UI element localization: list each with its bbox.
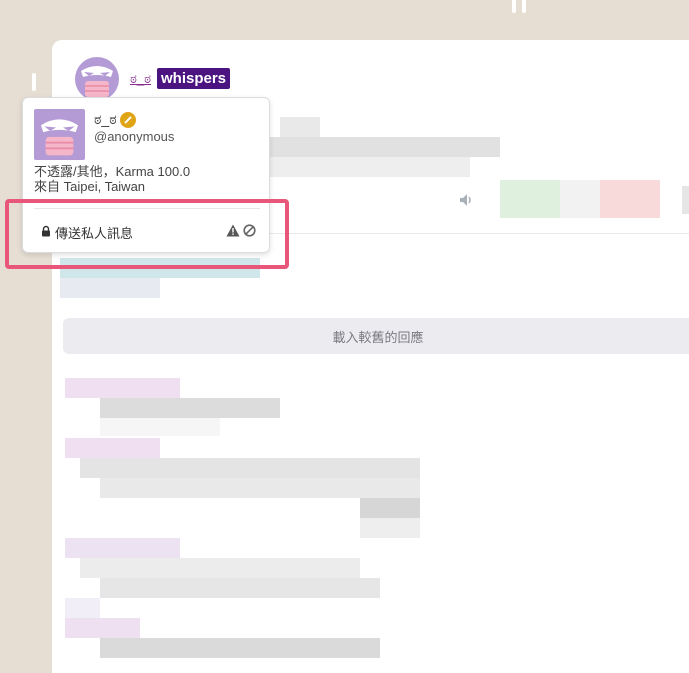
forum-tag[interactable]: whispers [156, 68, 231, 89]
load-older-replies-label: 載入較舊的回應 [332, 329, 424, 345]
popup-user-stats: 不透露/其他，Karma 100.0 [34, 164, 191, 179]
censored-title-block [280, 117, 320, 137]
censored-comment-author [65, 598, 100, 618]
top-decoration [512, 0, 532, 14]
censored-block [682, 186, 689, 214]
censored-comment-text [360, 518, 420, 538]
censored-comment-text [100, 398, 280, 418]
popup-user-name-row: ಠ_ಠ [94, 111, 136, 128]
speaker-icon[interactable] [458, 192, 474, 208]
censored-text-block [60, 278, 160, 298]
censored-text-block [270, 137, 500, 157]
censored-block [560, 180, 600, 218]
censored-text-block [270, 157, 470, 177]
popup-user-location: 來自 Taipei, Taiwan [34, 179, 146, 194]
badge-icon [119, 111, 136, 128]
load-older-replies-button[interactable]: 載入較舊的回應 [63, 318, 689, 354]
censored-comment-author [65, 538, 180, 558]
censored-block [600, 180, 660, 218]
censored-comment-text [100, 638, 380, 658]
censored-comment-text [80, 558, 360, 578]
censored-comment-text [100, 578, 380, 598]
censored-block [500, 180, 560, 218]
censored-comment-text [100, 418, 220, 436]
left-decoration [32, 73, 36, 91]
censored-comment-text [360, 498, 420, 518]
popup-avatar[interactable] [34, 109, 85, 160]
censored-comment-text [100, 478, 420, 498]
author-avatar[interactable] [75, 57, 119, 101]
popup-user-name: ಠ_ಠ [94, 111, 117, 127]
censored-comment-author [65, 618, 140, 638]
author-name-link[interactable]: ಠ_ಠ [130, 71, 151, 87]
popup-user-handle: @anonymous [94, 129, 175, 144]
censored-comment-author [65, 438, 160, 458]
censored-comment-text [80, 458, 420, 478]
popup-user-info: 不透露/其他，Karma 100.0 來自 Taipei, Taiwan [34, 164, 190, 194]
post-header: ಠ_ಠ whispers [130, 68, 231, 89]
censored-comment-author [65, 378, 180, 398]
highlight-box [5, 199, 289, 269]
